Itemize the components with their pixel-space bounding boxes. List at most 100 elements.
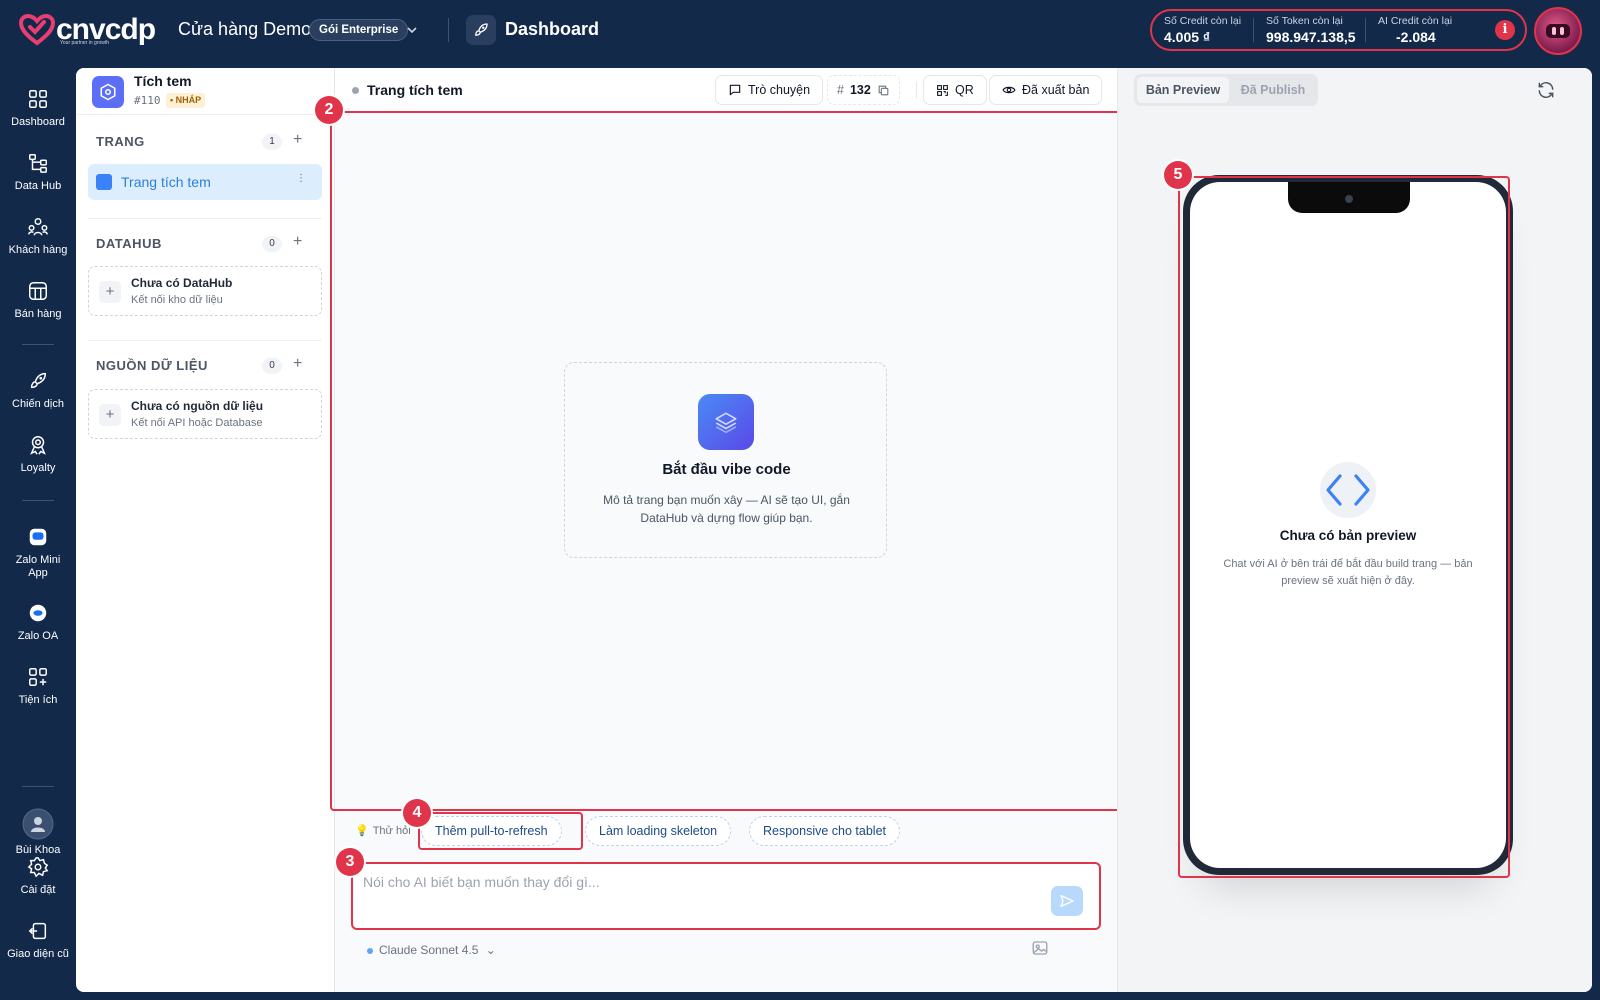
nav-utilities[interactable]: Tiện ích bbox=[0, 666, 76, 706]
prompt-input[interactable] bbox=[363, 874, 1033, 914]
sidebar-item-trang-tich-tem[interactable]: Trang tích tem ⋮ bbox=[88, 164, 322, 200]
connect-datahub-card[interactable]: + Chưa có DataHub Kết nối kho dữ liệu bbox=[88, 266, 322, 316]
robot-face-icon bbox=[1546, 24, 1570, 38]
project-id: #110 bbox=[134, 94, 161, 107]
info-icon[interactable]: i bbox=[1495, 20, 1515, 40]
qr-button-label: QR bbox=[955, 83, 974, 97]
nav-label: Loyalty bbox=[20, 462, 56, 474]
tab-preview[interactable]: Bản Preview bbox=[1137, 77, 1229, 103]
empty-state-desc: Mô tả trang bạn muốn xây — AI sẽ tạo UI,… bbox=[603, 493, 850, 525]
editor-header: Trang tích tem Trò chuyện # 132 QR Đã xu… bbox=[335, 68, 1117, 112]
logo-tagline: Your partner in growth bbox=[60, 40, 110, 46]
pages-count: 1 bbox=[262, 134, 282, 150]
copy-id-button[interactable]: # 132 bbox=[827, 75, 900, 105]
layers-icon bbox=[698, 394, 754, 450]
sources-count: 0 bbox=[262, 358, 282, 374]
token-balance: Số Token còn lại 998.947.138,5 bbox=[1254, 11, 1365, 49]
nav-loyalty[interactable]: Loyalty bbox=[0, 434, 76, 474]
token-value: 998.947.138,5 bbox=[1266, 29, 1356, 45]
gear-icon bbox=[27, 857, 49, 878]
tab-published[interactable]: Đã Publish bbox=[1231, 77, 1315, 103]
store-icon bbox=[29, 282, 47, 300]
marker-2: 2 bbox=[315, 96, 343, 124]
store-name[interactable]: Cửa hàng Demo bbox=[178, 19, 311, 40]
status-dot bbox=[352, 87, 359, 94]
image-upload-icon[interactable] bbox=[1031, 939, 1049, 957]
lightbulb-icon: 💡 bbox=[355, 825, 369, 837]
preview-toggle: Bản Preview Đã Publish bbox=[1134, 74, 1318, 106]
editor-page-title: Trang tích tem bbox=[367, 82, 463, 98]
suggestion-chip[interactable]: Responsive cho tablet bbox=[749, 816, 900, 846]
suggestion-chip[interactable]: Làm loading skeleton bbox=[585, 816, 732, 846]
nav-zalo-oa[interactable]: Zalo OA bbox=[0, 602, 76, 642]
logo[interactable]: cnvcdp Your partner in growth bbox=[18, 14, 156, 46]
robot-avatar[interactable] bbox=[1534, 7, 1582, 55]
nav-label: Giao diện cũ bbox=[7, 948, 69, 960]
editor-panel: Trang tích tem Trò chuyện # 132 QR Đã xu… bbox=[315, 68, 1122, 992]
ai-credit-balance: AI Credit còn lại -2.084 bbox=[1366, 11, 1456, 49]
marker-4: 4 bbox=[403, 799, 431, 827]
chat-icon bbox=[729, 84, 741, 96]
empty-title: Chưa có nguồn dữ liệu bbox=[131, 399, 264, 413]
published-button-label: Đã xuất bản bbox=[1022, 83, 1090, 97]
nav-divider bbox=[22, 786, 54, 787]
model-selector[interactable]: Claude Sonnet 4.5 ⌄ bbox=[367, 943, 496, 957]
nav-customers[interactable]: Khách hàng bbox=[0, 216, 76, 256]
project-name: Tích tem bbox=[134, 73, 192, 89]
nav-divider bbox=[22, 344, 54, 345]
nav-dashboard[interactable]: Dashboard bbox=[0, 88, 76, 128]
token-label: Số Token còn lại bbox=[1266, 15, 1343, 27]
qr-button[interactable]: QR bbox=[923, 75, 987, 105]
credit-summary[interactable]: Số Credit còn lại 4.005 ₫ Số Token còn l… bbox=[1150, 9, 1527, 51]
qr-icon bbox=[937, 84, 948, 96]
rocket-icon bbox=[30, 372, 47, 389]
plan-badge[interactable]: Gói Enterprise bbox=[309, 19, 409, 41]
section-title-datahub: DATAHUB bbox=[96, 236, 162, 251]
nav-sales[interactable]: Bán hàng bbox=[0, 280, 76, 320]
nav-legacy-ui[interactable]: Giao diện cũ bbox=[0, 920, 76, 960]
refresh-icon[interactable] bbox=[1536, 80, 1556, 100]
nav-data-hub[interactable]: Data Hub bbox=[0, 152, 76, 192]
plus-icon: + bbox=[99, 281, 121, 303]
zalo-oa-icon bbox=[29, 604, 47, 622]
nav-label: Cài đặt bbox=[20, 884, 56, 896]
sidebar-divider bbox=[76, 114, 335, 115]
nav-zalo-mini-app[interactable]: Zalo Mini App bbox=[0, 526, 76, 580]
eye-icon bbox=[1002, 86, 1016, 94]
nav-label: Zalo Mini App bbox=[15, 554, 61, 579]
marker-3: 3 bbox=[336, 848, 364, 876]
published-button[interactable]: Đã xuất bản bbox=[989, 75, 1103, 105]
plus-icon: + bbox=[99, 404, 121, 426]
chevron-down-icon[interactable] bbox=[406, 19, 418, 41]
suggestion-label: 💡 Thử hỏi bbox=[355, 824, 411, 837]
add-datahub-button[interactable]: + bbox=[293, 233, 302, 251]
ai-credit-value: -2.084 bbox=[1396, 29, 1436, 45]
empty-state-card: Bắt đầu vibe code Mô tả trang bạn muốn x… bbox=[564, 362, 887, 558]
section-title-pages: TRANG bbox=[96, 134, 145, 149]
page-title: Dashboard bbox=[505, 19, 600, 39]
connect-source-card[interactable]: + Chưa có nguồn dữ liệu Kết nối API hoặc… bbox=[88, 389, 322, 439]
add-source-button[interactable]: + bbox=[293, 355, 302, 373]
heart-logo-icon bbox=[18, 14, 56, 46]
more-options-icon[interactable]: ⋮ bbox=[296, 173, 306, 184]
nav-label: Khách hàng bbox=[8, 244, 68, 256]
hash-symbol: # bbox=[837, 83, 844, 97]
rocket-icon bbox=[466, 15, 496, 45]
copy-icon bbox=[878, 85, 889, 95]
nav-campaigns[interactable]: Chiến dịch bbox=[0, 370, 76, 410]
chat-button-label: Trò chuyện bbox=[748, 83, 811, 97]
chat-button[interactable]: Trò chuyện bbox=[715, 75, 824, 105]
nav-user-profile[interactable]: Bùi Khoa bbox=[0, 808, 76, 856]
workspace: Tích tem #110 • NHÁP TRANG 1 + Trang tíc… bbox=[76, 68, 1592, 992]
nav-label: Data Hub bbox=[14, 180, 62, 192]
nav-settings[interactable]: Cài đặt bbox=[0, 856, 76, 896]
credit-label: Số Credit còn lại bbox=[1164, 15, 1242, 27]
send-button[interactable] bbox=[1051, 886, 1083, 916]
add-page-button[interactable]: + bbox=[293, 131, 302, 149]
page-item-label: Trang tích tem bbox=[121, 174, 211, 190]
datahub-count: 0 bbox=[262, 236, 282, 252]
main-navigation: Dashboard Data Hub Khách hàng Bán hàng C… bbox=[0, 60, 76, 1000]
empty-title: Chưa có DataHub bbox=[131, 276, 233, 290]
project-sidebar: Tích tem #110 • NHÁP TRANG 1 + Trang tíc… bbox=[76, 68, 335, 992]
empty-desc: Kết nối kho dữ liệu bbox=[131, 294, 223, 306]
